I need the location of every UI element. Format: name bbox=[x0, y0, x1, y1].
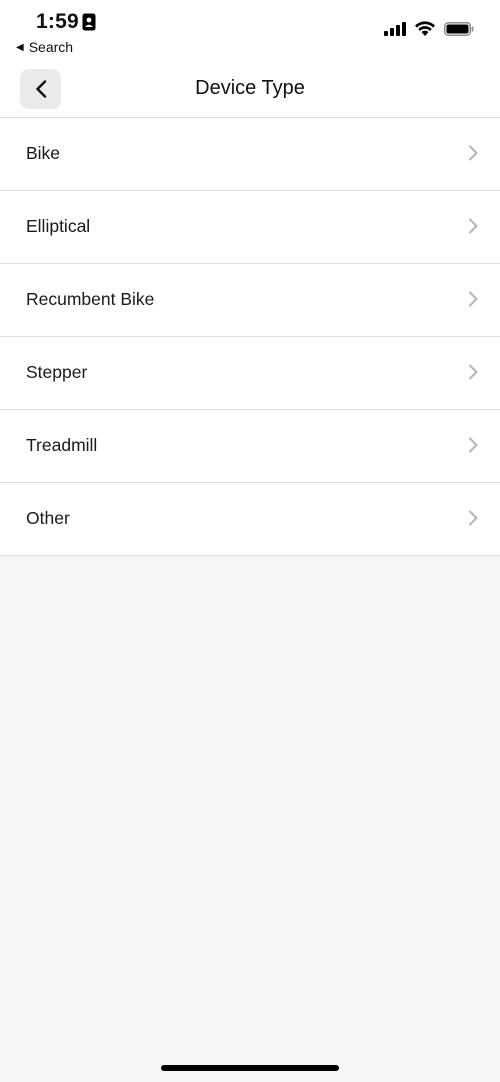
battery-icon bbox=[444, 21, 474, 36]
device-type-item-elliptical[interactable]: Elliptical bbox=[0, 191, 500, 264]
back-to-search-link[interactable]: ◀ Search bbox=[16, 39, 73, 55]
device-type-item-recumbent-bike[interactable]: Recumbent Bike bbox=[0, 264, 500, 337]
device-type-item-treadmill[interactable]: Treadmill bbox=[0, 410, 500, 483]
chevron-right-icon bbox=[469, 291, 478, 307]
wifi-icon bbox=[415, 21, 435, 36]
status-icons bbox=[384, 21, 474, 36]
chevron-right-icon bbox=[469, 145, 478, 161]
device-type-item-bike[interactable]: Bike bbox=[0, 118, 500, 191]
status-time: 1:59 bbox=[36, 10, 79, 33]
back-to-search-label: Search bbox=[28, 39, 74, 55]
device-type-label: Elliptical bbox=[26, 216, 91, 236]
id-card-icon bbox=[82, 13, 96, 31]
chevron-right-icon bbox=[469, 510, 478, 526]
status-bar: 1:59 ◀ Search bbox=[0, 0, 500, 62]
device-type-label: Recumbent Bike bbox=[26, 289, 155, 309]
device-type-label: Bike bbox=[26, 143, 61, 163]
chevron-right-icon bbox=[469, 437, 478, 453]
device-type-item-other[interactable]: Other bbox=[0, 483, 500, 555]
device-type-label: Treadmill bbox=[26, 435, 98, 455]
chevron-right-icon bbox=[469, 364, 478, 380]
cellular-signal-icon bbox=[384, 21, 406, 36]
chevron-right-icon bbox=[469, 218, 478, 234]
device-type-list: Bike Elliptical Recumbent Bike Stepper T… bbox=[0, 118, 500, 556]
back-triangle-icon: ◀ bbox=[16, 41, 24, 53]
navigation-bar: Device Type bbox=[0, 62, 500, 118]
device-type-item-stepper[interactable]: Stepper bbox=[0, 337, 500, 410]
page-title: Device Type bbox=[195, 77, 305, 99]
device-type-label: Other bbox=[26, 508, 70, 528]
device-type-label: Stepper bbox=[26, 362, 88, 382]
home-indicator[interactable] bbox=[161, 1065, 339, 1071]
